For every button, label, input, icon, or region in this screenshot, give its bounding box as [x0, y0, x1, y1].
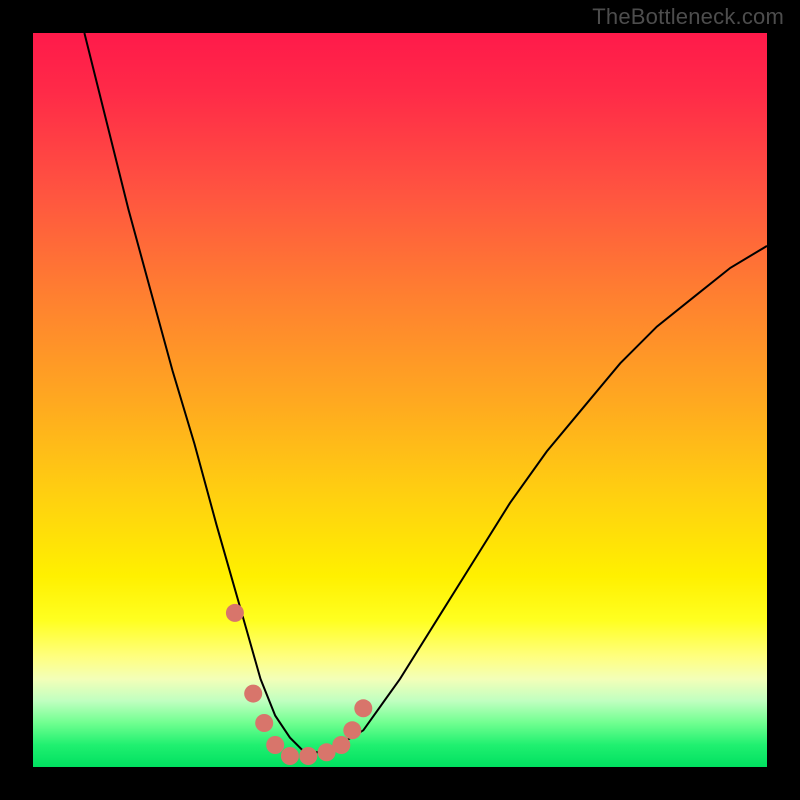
watermark-label: TheBottleneck.com [592, 4, 784, 30]
highlight-dot [299, 747, 317, 765]
highlight-dot [281, 747, 299, 765]
highlight-dot [266, 736, 284, 754]
highlight-dot [226, 604, 244, 622]
chart-frame: TheBottleneck.com [0, 0, 800, 800]
highlight-dot [343, 721, 361, 739]
highlight-dot [255, 714, 273, 732]
highlight-dot [332, 736, 350, 754]
bottleneck-curve [84, 33, 767, 752]
chart-svg [33, 33, 767, 767]
plot-area [33, 33, 767, 767]
highlight-dot [244, 685, 262, 703]
highlight-dots-group [226, 604, 372, 765]
highlight-dot [354, 699, 372, 717]
